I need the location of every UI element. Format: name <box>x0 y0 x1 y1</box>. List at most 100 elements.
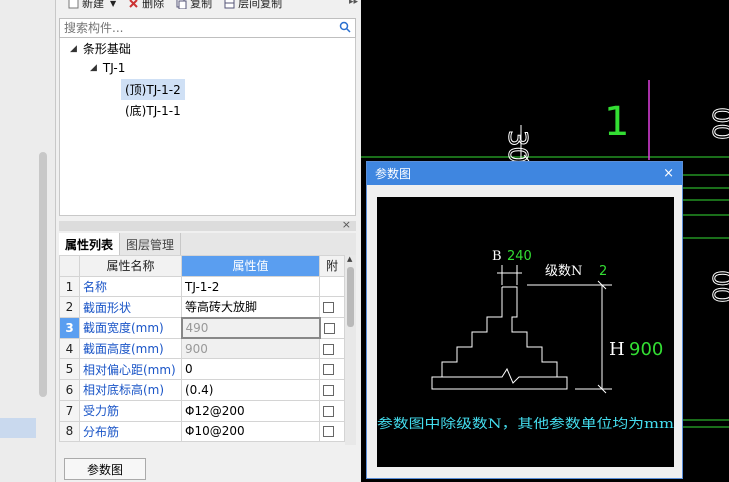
cad-dim-right-bottom: 00 <box>706 270 729 303</box>
row-index: 5 <box>59 358 80 381</box>
row-index: 4 <box>59 337 80 360</box>
row-index: 3 <box>59 317 80 339</box>
tab-layers[interactable]: 图层管理 <box>120 233 182 255</box>
attach-checkbox[interactable] <box>323 364 334 376</box>
floor-copy-button[interactable]: 层间复制 <box>224 0 282 11</box>
search-icon[interactable] <box>339 21 351 36</box>
delete-label: 删除 <box>142 0 165 10</box>
dialog-title: 参数图 <box>375 167 412 181</box>
close-icon[interactable]: × <box>663 166 674 181</box>
component-panel: 新建 ▼ 删除 复制 层间复制 ▸▸ 搜索构件... ◢ 条形基础 ◢ TJ-1… <box>55 0 360 482</box>
new-label: 新建 <box>82 0 104 10</box>
col-name-header[interactable]: 属性名称 <box>79 255 182 277</box>
property-value[interactable]: TJ-1-2 <box>181 275 320 298</box>
table-row[interactable]: 3 截面宽度(mm) 490 <box>59 316 345 340</box>
property-name: 截面高度(mm) <box>79 337 182 360</box>
property-value[interactable]: 等高砖大放脚 <box>181 296 320 319</box>
footing-diagram: B 240 级数N 2 H 900 参数图中除级数N，其他参数单位均为mm <box>377 249 674 432</box>
app-root: 新建 ▼ 删除 复制 层间复制 ▸▸ 搜索构件... ◢ 条形基础 ◢ TJ-1… <box>0 0 729 482</box>
tree-label: 条形基础 <box>82 42 131 56</box>
tree-label: TJ-1 <box>102 61 126 75</box>
property-value[interactable]: 490 <box>180 316 321 340</box>
grid-header: 属性名称 属性值 附 <box>59 255 345 277</box>
table-row[interactable]: 6 相对底标高(m) (0.4) <box>59 379 345 401</box>
tree-label: (顶)TJ-1-2 <box>125 83 181 97</box>
cad-dim-right-top: 00 <box>706 107 729 140</box>
new-button[interactable]: 新建 ▼ <box>68 0 116 11</box>
grid-scrollbar[interactable]: ▲ <box>345 255 356 445</box>
property-value[interactable]: Φ10@200 <box>181 420 320 443</box>
property-value[interactable]: 900 <box>181 337 320 360</box>
param-note: 参数图中除级数N，其他参数单位均为mm <box>377 416 674 432</box>
property-name: 相对底标高(m) <box>79 379 182 401</box>
attach-checkbox[interactable] <box>323 302 334 314</box>
scroll-up-icon[interactable]: ▲ <box>347 255 352 263</box>
dropdown-arrow-icon[interactable]: ▼ <box>110 0 116 8</box>
component-toolbar: 新建 ▼ 删除 复制 层间复制 ▸▸ <box>56 0 361 12</box>
dialog-titlebar[interactable]: 参数图 × <box>367 162 682 185</box>
left-selected-item[interactable] <box>0 418 36 438</box>
scroll-thumb[interactable] <box>347 267 354 327</box>
attach-checkbox[interactable] <box>323 343 334 355</box>
property-value[interactable]: 0 <box>181 358 320 381</box>
param-diagram-button[interactable]: 参数图 <box>64 458 146 480</box>
expand-triangle-icon[interactable]: ◢ <box>90 63 97 73</box>
component-tree: ◢ 条形基础 ◢ TJ-1 (顶)TJ-1-2 (底)TJ-1-1 <box>59 38 356 216</box>
param-diagram-dialog: 参数图 × B 240 级数N 2 H 900 参数图中除级数N，其他参数单位均… <box>366 161 683 479</box>
property-value[interactable]: (0.4) <box>181 379 320 401</box>
grid-corner <box>59 255 80 277</box>
attach-checkbox[interactable] <box>323 405 334 417</box>
table-row[interactable]: 8 分布筋 Φ10@200 <box>59 420 345 443</box>
table-row[interactable]: 7 受力筋 Φ12@200 <box>59 399 345 422</box>
attach-cell <box>319 420 345 443</box>
h-label: H <box>609 339 625 360</box>
property-name: 截面形状 <box>79 296 182 319</box>
property-tabs: 属性列表 图层管理 <box>59 233 356 255</box>
delete-button[interactable]: 删除 <box>128 0 164 11</box>
attach-cell <box>319 275 345 298</box>
panel-splitter[interactable]: × <box>59 218 356 231</box>
attach-cell <box>319 317 345 339</box>
cad-label-1: 1 <box>604 99 629 145</box>
expand-triangle-icon[interactable]: ◢ <box>70 44 77 54</box>
param-diagram-view: B 240 级数N 2 H 900 参数图中除级数N，其他参数单位均为mm <box>377 197 674 467</box>
attach-cell <box>319 296 345 319</box>
copy-label: 复制 <box>190 0 213 10</box>
attach-checkbox[interactable] <box>323 384 334 396</box>
row-index: 7 <box>59 399 80 422</box>
search-input[interactable] <box>64 21 314 35</box>
table-row[interactable]: 1 名称 TJ-1-2 <box>59 275 345 298</box>
left-scrollbar[interactable] <box>39 152 47 397</box>
n-value: 2 <box>599 264 607 279</box>
col-value-header[interactable]: 属性值 <box>181 255 320 277</box>
new-icon <box>68 0 79 9</box>
property-name: 分布筋 <box>79 420 182 443</box>
row-index: 2 <box>59 296 80 319</box>
col-attach-header[interactable]: 附 <box>319 255 345 277</box>
attach-checkbox[interactable] <box>323 322 335 334</box>
table-row[interactable]: 4 截面高度(mm) 900 <box>59 337 345 360</box>
tree-node-root[interactable]: ◢ 条形基础 <box>70 40 131 57</box>
table-row[interactable]: 5 相对偏心距(mm) 0 <box>59 358 345 381</box>
floor-copy-label: 层间复制 <box>238 0 283 10</box>
copy-button[interactable]: 复制 <box>176 0 212 11</box>
property-name: 截面宽度(mm) <box>79 317 182 339</box>
attach-cell <box>319 399 345 422</box>
close-icon[interactable]: × <box>342 218 351 231</box>
attach-cell <box>319 379 345 401</box>
component-search <box>59 18 356 38</box>
tree-node-leaf-top[interactable]: (顶)TJ-1-2 <box>121 79 185 100</box>
property-name: 名称 <box>79 275 182 298</box>
attach-cell <box>319 337 345 360</box>
property-name: 相对偏心距(mm) <box>79 358 182 381</box>
tree-node-child[interactable]: ◢ TJ-1 <box>90 61 125 75</box>
tab-properties[interactable]: 属性列表 <box>59 233 121 255</box>
table-row[interactable]: 2 截面形状 等高砖大放脚 <box>59 296 345 319</box>
property-name: 受力筋 <box>79 399 182 422</box>
floor-copy-icon <box>224 0 235 9</box>
left-edge-panel <box>0 0 55 482</box>
more-icon[interactable]: ▸▸ <box>349 0 358 7</box>
tree-node-leaf-bottom[interactable]: (底)TJ-1-1 <box>125 102 181 119</box>
attach-checkbox[interactable] <box>323 426 334 438</box>
property-value[interactable]: Φ12@200 <box>181 399 320 422</box>
